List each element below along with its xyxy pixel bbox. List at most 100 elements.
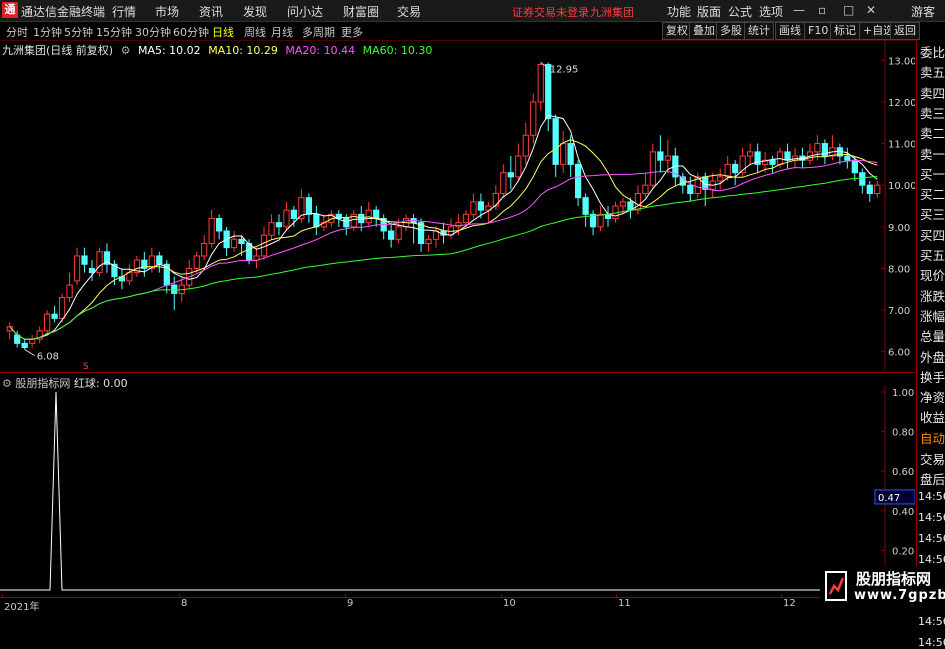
period-tab[interactable]: 多周期 xyxy=(302,24,335,40)
toolbar-button[interactable]: 叠加 xyxy=(689,22,719,40)
menu-options[interactable]: 选项 xyxy=(759,3,783,20)
period-tab[interactable]: 60分钟 xyxy=(173,24,209,40)
app-title: 通达信金融终端 xyxy=(21,5,106,19)
side-panel-item: 委比 xyxy=(920,45,945,60)
candle xyxy=(343,217,350,228)
toolbar-button[interactable]: 返回 xyxy=(890,22,920,40)
period-tab[interactable]: 15分钟 xyxy=(96,24,132,40)
candle xyxy=(567,143,574,165)
toolbar-button[interactable]: 标记 xyxy=(830,22,860,40)
candle xyxy=(373,209,380,219)
price-tick-label: 11.00 xyxy=(888,140,915,151)
side-panel-item[interactable]: 自动 xyxy=(920,428,945,447)
candle xyxy=(358,213,365,224)
candle xyxy=(81,255,88,265)
candle xyxy=(500,172,507,195)
side-panel-item: 买二 xyxy=(920,187,945,203)
toolbar-button[interactable]: 复权 xyxy=(662,22,692,40)
menu-market-quotes[interactable]: 行情 xyxy=(112,3,136,20)
app-logo-icon: 通 xyxy=(2,2,18,18)
price-tick-label: 10.00 xyxy=(888,181,915,192)
candle xyxy=(305,197,313,215)
period-tab[interactable]: 30分钟 xyxy=(135,24,171,40)
menu-discover[interactable]: 发现 xyxy=(243,3,267,20)
candle xyxy=(642,184,649,195)
candle xyxy=(717,176,724,182)
candle xyxy=(96,251,103,274)
period-tab[interactable]: 分时 xyxy=(6,24,28,40)
candle xyxy=(522,134,529,157)
side-panel-item: 卖四 xyxy=(920,85,945,101)
side-panel-item: 外盘 xyxy=(920,349,945,365)
candle xyxy=(216,217,223,232)
side-panel-item: 卖三 xyxy=(920,105,945,121)
menu-ask[interactable]: 问小达 xyxy=(287,3,323,20)
period-tab[interactable]: 5分钟 xyxy=(64,24,93,40)
maximize-icon[interactable]: □ xyxy=(843,3,854,17)
x-tick xyxy=(781,594,782,598)
candle xyxy=(507,172,514,178)
period-tab[interactable]: 周线 xyxy=(244,24,266,40)
candle xyxy=(88,267,96,274)
guest-user[interactable]: 游客 xyxy=(911,3,935,20)
trade-login-warning[interactable]: 证券交易未登录 xyxy=(512,4,589,20)
side-panel-item: 换手 xyxy=(920,369,945,385)
low-label: 6.08 xyxy=(37,352,59,363)
current-stock-name: 九洲集团 xyxy=(590,6,634,19)
side-panel-item: 交易 xyxy=(920,451,945,467)
price-tick-label: 6.00 xyxy=(888,348,910,359)
indicator-chart[interactable]: 1.00 0.80 0.60 0.40 0.20 0.47 xyxy=(0,386,915,594)
side-panel-item: 涨跌 xyxy=(920,288,945,304)
candle xyxy=(425,238,432,244)
x-tick xyxy=(501,594,502,598)
side-panel-item: 盘后 xyxy=(920,472,945,488)
x-tick xyxy=(616,594,617,598)
signal-marker: S xyxy=(83,362,89,370)
period-tab[interactable]: 日线 xyxy=(212,24,234,40)
candle xyxy=(290,209,298,219)
x-tick-label: 12 xyxy=(783,598,796,609)
candle xyxy=(866,184,873,195)
period-tab[interactable]: 1分钟 xyxy=(33,24,62,40)
toolbar-button[interactable]: 多股 xyxy=(716,22,746,40)
menu-wealth-circle[interactable]: 财富圈 xyxy=(343,3,379,20)
candle xyxy=(388,230,395,240)
candle xyxy=(21,342,28,349)
price-chart[interactable]: 13.00 12.00 11.00 10.00 9.00 8.00 7.00 6.00 12.9… xyxy=(0,40,915,370)
candle xyxy=(156,255,163,265)
menu-market[interactable]: 市场 xyxy=(155,3,179,20)
restore-icon[interactable]: ▫ xyxy=(818,3,826,17)
price-tick-label: 9.00 xyxy=(888,223,910,234)
candle xyxy=(814,143,821,153)
candle xyxy=(582,197,589,215)
candle xyxy=(208,217,215,244)
close-icon[interactable]: ✕ xyxy=(866,3,876,17)
watermark: 股朋指标网 www.7gpzb.com xyxy=(820,566,945,609)
toolbar-button[interactable]: 统计 xyxy=(744,22,774,40)
menu-news[interactable]: 资讯 xyxy=(199,3,223,20)
candle xyxy=(66,284,73,299)
menu-layout[interactable]: 版面 xyxy=(697,3,721,20)
candle xyxy=(724,163,731,178)
candle xyxy=(462,213,470,224)
side-panel-item: 净资 xyxy=(920,390,945,406)
menu-trade[interactable]: 交易 xyxy=(397,3,421,20)
panel-divider xyxy=(0,372,915,373)
candle xyxy=(747,151,754,157)
period-tab[interactable]: 月线 xyxy=(271,24,293,40)
candle xyxy=(769,159,776,165)
period-tab[interactable]: 更多 xyxy=(341,24,363,40)
toolbar-button[interactable]: 画线 xyxy=(775,22,805,40)
menu-function[interactable]: 功能 xyxy=(667,3,691,20)
toolbar-button[interactable]: F10 xyxy=(804,22,833,40)
x-tick-label: 10 xyxy=(503,598,516,609)
side-panel-item: 14:56 xyxy=(918,490,945,504)
side-panel-item: 14:56 xyxy=(918,510,945,524)
candle xyxy=(455,222,462,228)
candle xyxy=(230,238,238,249)
x-tick-label: 2021年 xyxy=(4,602,40,613)
side-panel-item: 14:56 xyxy=(918,531,945,545)
x-axis: 2021年 8 9 10 11 12 xyxy=(0,594,915,613)
minimize-icon[interactable]: — xyxy=(793,3,805,17)
menu-formula[interactable]: 公式 xyxy=(728,3,752,20)
